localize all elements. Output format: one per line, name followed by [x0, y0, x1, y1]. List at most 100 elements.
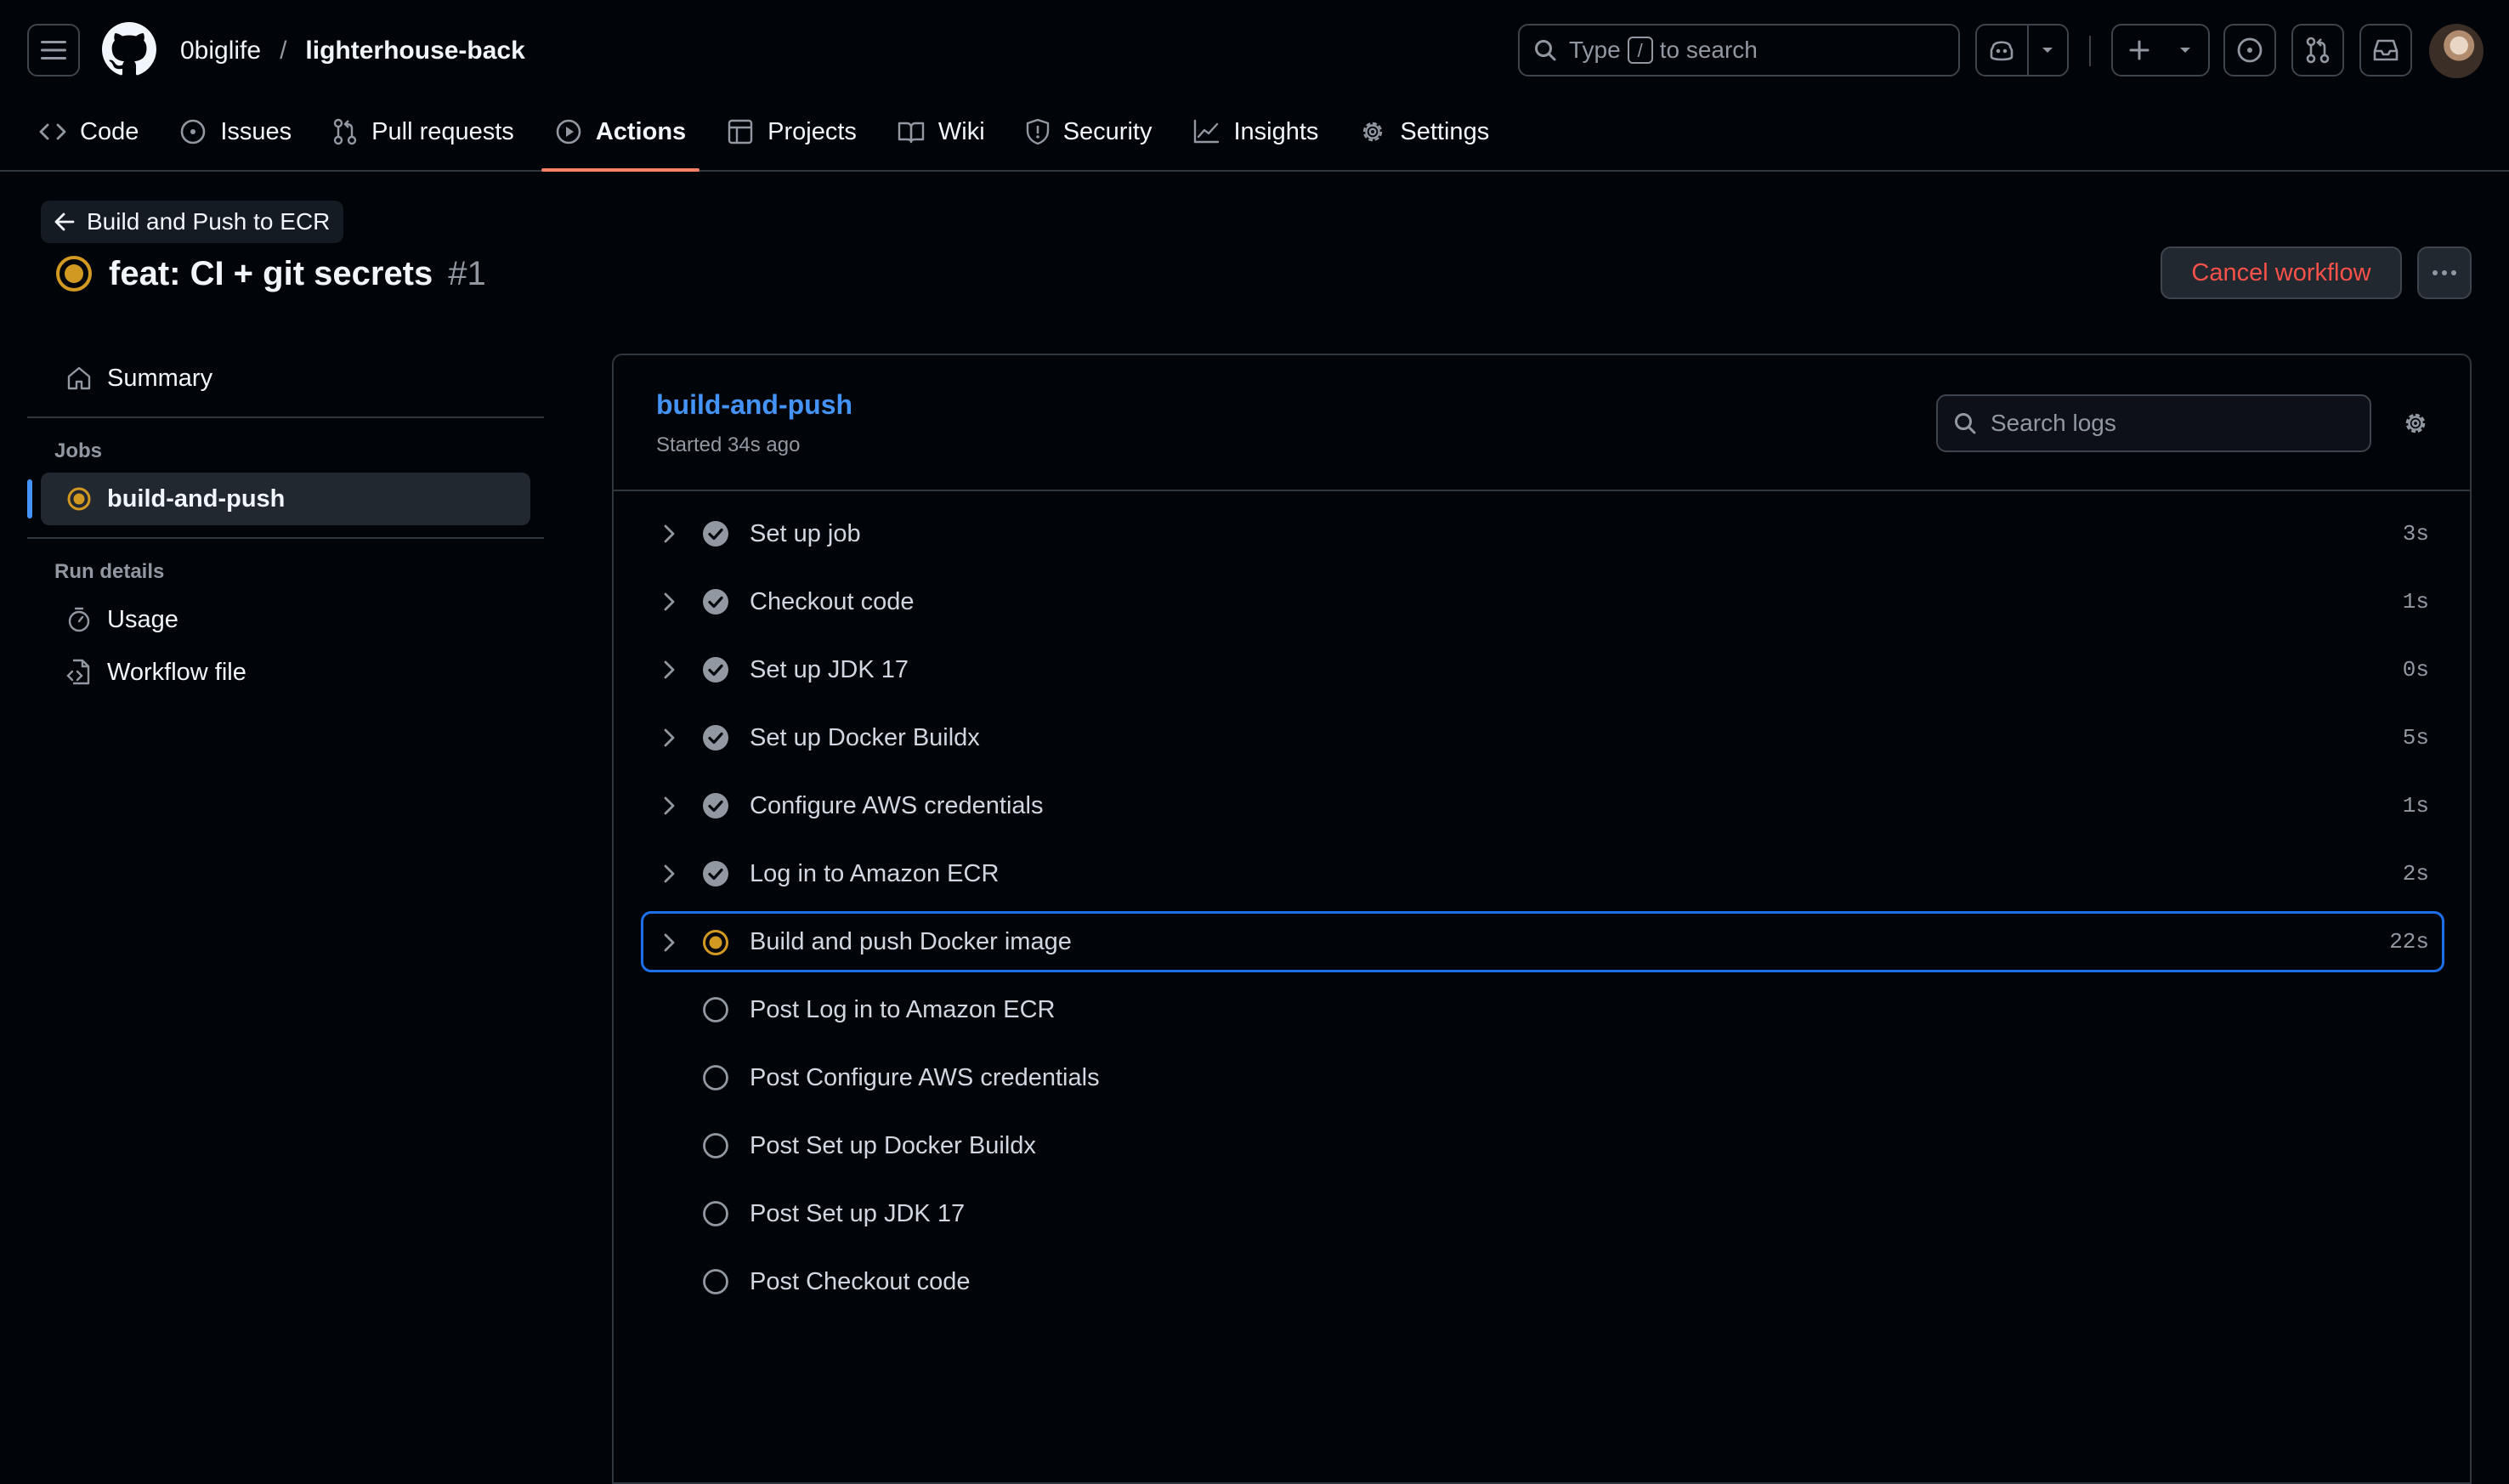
back-label: Build and Push to ECR: [87, 208, 331, 235]
book-icon: [898, 122, 925, 144]
back-to-workflow-link[interactable]: Build and Push to ECR: [41, 201, 344, 243]
step-duration: 3s: [2402, 521, 2429, 547]
breadcrumb-separator: /: [280, 37, 287, 65]
run-sidebar: Summary Jobs build-and-push Run details …: [27, 352, 544, 699]
issue-icon: [181, 119, 206, 144]
pull-request-icon: [2306, 37, 2330, 64]
chevron-right-icon: [664, 933, 675, 952]
tab-security[interactable]: Security: [1005, 102, 1173, 161]
pending-circle-icon: [703, 997, 728, 1022]
tab-insights[interactable]: Insights: [1172, 102, 1339, 161]
search-suffix: to search: [1659, 37, 1758, 63]
step-duration: 0s: [2402, 657, 2429, 683]
pending-circle-icon: [703, 1133, 728, 1158]
step-row[interactable]: Configure AWS credentials 1s: [641, 772, 2444, 840]
create-dropdown-button[interactable]: [2166, 25, 2205, 75]
triangle-down-icon: [2180, 48, 2190, 53]
tab-pull-requests[interactable]: Pull requests: [312, 102, 535, 161]
pull-request-icon: [333, 118, 357, 145]
search-icon: [1535, 40, 1556, 61]
repo-link[interactable]: lighterhouse-back: [305, 34, 524, 68]
check-circle-icon: [703, 589, 728, 615]
tab-actions[interactable]: Actions: [535, 102, 706, 172]
chevron-right-icon: [664, 660, 675, 679]
sidebar-heading-run-details: Run details: [54, 560, 165, 583]
step-name: Configure AWS credentials: [750, 792, 1044, 819]
step-row[interactable]: Log in to Amazon ECR 2s: [641, 840, 2444, 908]
home-icon: [67, 366, 91, 390]
step-row[interactable]: Post Configure AWS credentials: [641, 1044, 2444, 1112]
file-code-icon: [66, 659, 90, 685]
user-avatar[interactable]: [2429, 24, 2484, 78]
job-title[interactable]: build-and-push: [656, 389, 852, 421]
step-duration: 5s: [2402, 725, 2429, 750]
issues-button[interactable]: [2223, 24, 2276, 76]
step-row[interactable]: Post Log in to Amazon ECR: [641, 976, 2444, 1044]
step-duration: 2s: [2402, 861, 2429, 886]
inbox-button[interactable]: [2359, 24, 2412, 76]
step-row[interactable]: Checkout code 1s: [641, 568, 2444, 636]
job-started-time: Started 34s ago: [656, 433, 801, 456]
in-progress-icon: [56, 256, 92, 292]
sidebar-item-label: Workflow file: [107, 658, 246, 686]
sidebar-item-summary[interactable]: Summary: [41, 352, 530, 405]
sidebar-item-workflow-file[interactable]: Workflow file: [41, 646, 530, 699]
tab-issues[interactable]: Issues: [159, 102, 312, 161]
sidebar-item-usage[interactable]: Usage: [41, 593, 530, 646]
step-name: Post Configure AWS credentials: [750, 1064, 1100, 1091]
step-row[interactable]: Post Checkout code: [641, 1248, 2444, 1316]
gear-icon[interactable]: [2402, 410, 2429, 437]
tab-label: Issues: [220, 117, 292, 145]
arrow-left-icon: [54, 212, 75, 231]
gear-icon: [1363, 122, 1383, 142]
sidebar-divider: [27, 416, 544, 418]
tab-label: Wiki: [937, 117, 985, 145]
sidebar-item-label: Summary: [107, 364, 213, 392]
global-search-input[interactable]: Type / to search: [1518, 24, 1960, 76]
step-row[interactable]: Set up JDK 17 0s: [641, 636, 2444, 704]
menu-button[interactable]: [27, 24, 80, 76]
step-name: Set up Docker Buildx: [750, 724, 980, 751]
sidebar-item-job[interactable]: build-and-push: [27, 473, 530, 525]
cancel-workflow-button[interactable]: Cancel workflow: [2161, 246, 2402, 299]
tab-label: Pull requests: [371, 117, 514, 145]
copilot-button[interactable]: [1977, 25, 2027, 75]
step-row[interactable]: Set up job 3s: [641, 500, 2444, 568]
copilot-icon: [1991, 41, 2013, 61]
search-icon: [1955, 413, 1976, 434]
step-row-current[interactable]: Build and push Docker image 22s: [641, 911, 2444, 972]
tab-wiki[interactable]: Wiki: [877, 102, 1005, 161]
tab-projects[interactable]: Projects: [706, 102, 877, 161]
more-options-button[interactable]: [2417, 246, 2472, 299]
create-button-group: [2111, 24, 2210, 76]
search-logs-input[interactable]: Search logs: [1936, 394, 2371, 452]
issue-icon: [2237, 37, 2263, 63]
step-row[interactable]: Post Set up JDK 17: [641, 1180, 2444, 1248]
step-row[interactable]: Post Set up Docker Buildx: [641, 1112, 2444, 1180]
stopwatch-icon: [68, 607, 90, 632]
sidebar-divider: [27, 537, 544, 539]
github-logo-icon[interactable]: [102, 22, 156, 76]
create-new-button[interactable]: [2113, 25, 2166, 75]
tab-settings[interactable]: Settings: [1339, 102, 1509, 161]
step-name: Post Log in to Amazon ECR: [750, 996, 1056, 1023]
tab-code[interactable]: Code: [0, 102, 159, 161]
hamburger-icon: [41, 41, 66, 59]
plus-icon: [2129, 40, 2149, 60]
tab-label: Code: [80, 117, 139, 145]
play-icon: [556, 119, 581, 144]
step-row[interactable]: Set up Docker Buildx 5s: [641, 704, 2444, 772]
step-duration: 1s: [2402, 793, 2429, 818]
shield-icon: [1026, 118, 1049, 145]
job-header: build-and-push Started 34s ago Search lo…: [614, 355, 2470, 491]
tab-label: Settings: [1400, 117, 1490, 145]
run-title-text: feat: CI + git secrets: [109, 254, 433, 292]
owner-link[interactable]: 0biglife: [180, 34, 261, 68]
pending-circle-icon: [703, 1269, 728, 1294]
step-name: Post Set up Docker Buildx: [750, 1132, 1036, 1159]
pull-requests-button[interactable]: [2291, 24, 2344, 76]
step-name: Checkout code: [750, 588, 915, 615]
copilot-dropdown-button[interactable]: [2026, 25, 2067, 75]
in-progress-icon: [67, 487, 91, 511]
code-icon: [39, 123, 66, 140]
